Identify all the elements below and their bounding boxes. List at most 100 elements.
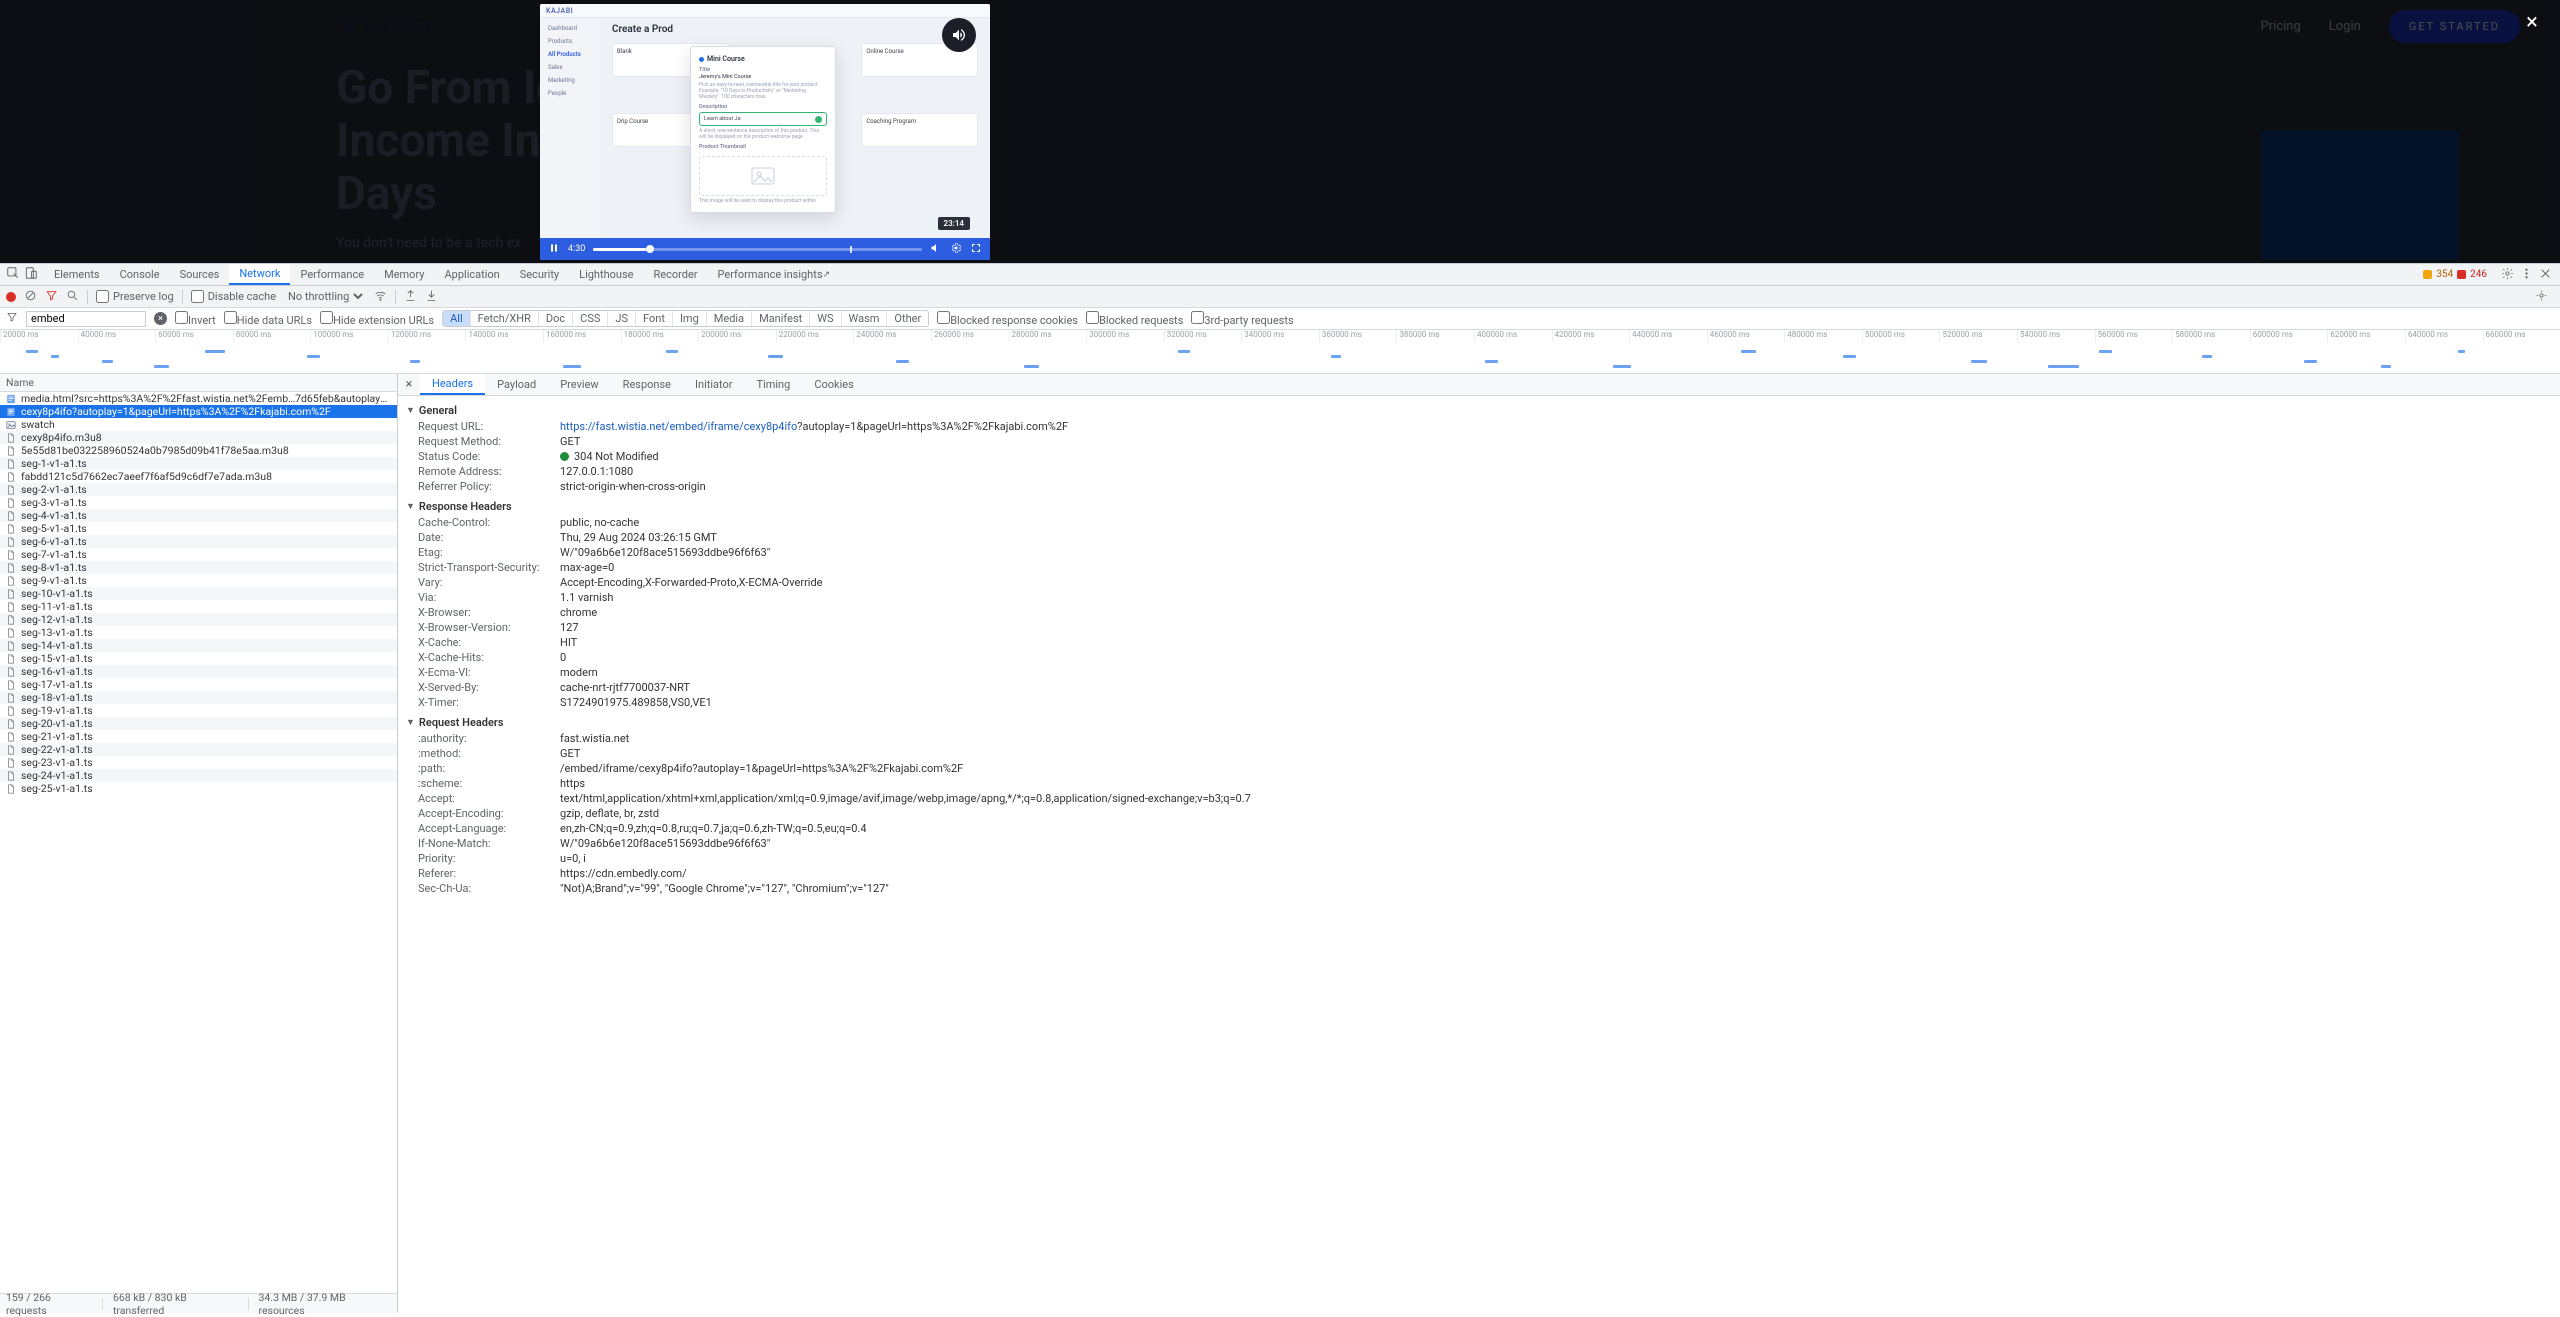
filter-input[interactable] — [26, 311, 146, 327]
upload-har-icon[interactable] — [404, 289, 417, 305]
hide-extension-urls-checkbox[interactable]: Hide extension URLs — [320, 311, 434, 327]
filter-funnel-icon[interactable] — [6, 311, 18, 326]
request-row[interactable]: seg-6-v1-a1.ts — [0, 535, 397, 548]
inspect-icon[interactable] — [6, 266, 20, 283]
request-row[interactable]: seg-7-v1-a1.ts — [0, 548, 397, 561]
disable-cache-checkbox[interactable]: Disable cache — [191, 290, 276, 303]
section-request-headers[interactable]: ▼Request Headers — [398, 714, 2560, 731]
devtools-tab-application[interactable]: Application — [434, 264, 509, 285]
request-row[interactable]: seg-8-v1-a1.ts — [0, 561, 397, 574]
request-row[interactable]: seg-14-v1-a1.ts — [0, 639, 397, 652]
chip-font[interactable]: Font — [636, 311, 673, 326]
settings-gear-icon[interactable] — [2501, 267, 2514, 283]
network-settings-icon[interactable] — [2535, 289, 2548, 305]
pause-button[interactable] — [548, 242, 560, 257]
chip-other[interactable]: Other — [887, 311, 928, 326]
devtools-tab-elements[interactable]: Elements — [44, 264, 110, 285]
chip-manifest[interactable]: Manifest — [752, 311, 810, 326]
blocked-cookies-checkbox[interactable]: Blocked response cookies — [937, 311, 1078, 327]
request-row[interactable]: seg-12-v1-a1.ts — [0, 613, 397, 626]
request-row[interactable]: seg-10-v1-a1.ts — [0, 587, 397, 600]
unmute-button[interactable] — [942, 18, 976, 52]
video-controls[interactable]: 4:30 — [540, 238, 990, 260]
devtools-tab-sources[interactable]: Sources — [170, 264, 230, 285]
chip-img[interactable]: Img — [673, 311, 707, 326]
third-party-checkbox[interactable]: 3rd-party requests — [1191, 311, 1293, 327]
lightbox-backdrop[interactable] — [0, 0, 2560, 263]
preserve-log-checkbox[interactable]: Preserve log — [96, 290, 174, 303]
request-row[interactable]: seg-23-v1-a1.ts — [0, 756, 397, 769]
request-row[interactable]: seg-22-v1-a1.ts — [0, 743, 397, 756]
close-detail-icon[interactable]: × — [398, 374, 420, 395]
detail-tab-initiator[interactable]: Initiator — [683, 374, 745, 395]
request-row[interactable]: cexy8p4ifo.m3u8 — [0, 431, 397, 444]
request-row[interactable]: seg-13-v1-a1.ts — [0, 626, 397, 639]
devtools-tab-lighthouse[interactable]: Lighthouse — [569, 264, 643, 285]
request-row[interactable]: seg-15-v1-a1.ts — [0, 652, 397, 665]
chip-css[interactable]: CSS — [573, 311, 608, 326]
detail-tab-cookies[interactable]: Cookies — [802, 374, 865, 395]
device-toggle-icon[interactable] — [24, 266, 38, 283]
clear-button[interactable] — [24, 289, 37, 305]
request-row[interactable]: seg-17-v1-a1.ts — [0, 678, 397, 691]
request-row[interactable]: fabdd121c5d7662ec7aeef7f6af5d9c6df7e7ada… — [0, 470, 397, 483]
more-menu-icon[interactable] — [2520, 267, 2533, 283]
record-button[interactable] — [6, 292, 16, 302]
wifi-icon[interactable] — [374, 289, 387, 305]
devtools-tab-performance-insights[interactable]: Performance insights ↗ — [708, 264, 841, 285]
throttling-select[interactable]: No throttling — [284, 289, 366, 304]
devtools-tab-console[interactable]: Console — [110, 264, 170, 285]
devtools-tab-memory[interactable]: Memory — [374, 264, 434, 285]
chip-js[interactable]: JS — [608, 311, 636, 326]
fullscreen-button[interactable] — [970, 242, 982, 257]
close-devtools-icon[interactable] — [2539, 267, 2552, 283]
devtools-tab-recorder[interactable]: Recorder — [643, 264, 707, 285]
chip-doc[interactable]: Doc — [539, 311, 573, 326]
chip-ws[interactable]: WS — [810, 311, 841, 326]
request-row[interactable]: 5e55d81be032258960524a0b7985d09b41f78e5a… — [0, 444, 397, 457]
devtools-tab-security[interactable]: Security — [510, 264, 569, 285]
request-row[interactable]: seg-25-v1-a1.ts — [0, 782, 397, 795]
detail-tab-payload[interactable]: Payload — [485, 374, 548, 395]
blocked-requests-checkbox[interactable]: Blocked requests — [1086, 311, 1183, 327]
chip-media[interactable]: Media — [707, 311, 752, 326]
devtools-tab-performance[interactable]: Performance — [290, 264, 374, 285]
request-row[interactable]: seg-9-v1-a1.ts — [0, 574, 397, 587]
request-detail-body[interactable]: ▼GeneralRequest URL:https://fast.wistia.… — [398, 396, 2560, 1313]
request-row[interactable]: seg-19-v1-a1.ts — [0, 704, 397, 717]
settings-gear-icon[interactable] — [950, 242, 962, 257]
request-row[interactable]: seg-24-v1-a1.ts — [0, 769, 397, 782]
request-row[interactable]: seg-3-v1-a1.ts — [0, 496, 397, 509]
clear-filter-button[interactable]: × — [154, 312, 167, 325]
request-row[interactable]: seg-1-v1-a1.ts — [0, 457, 397, 470]
request-row[interactable]: seg-21-v1-a1.ts — [0, 730, 397, 743]
filter-toggle-icon[interactable] — [45, 289, 58, 305]
video-progress[interactable] — [593, 248, 922, 251]
chip-fetch-xhr[interactable]: Fetch/XHR — [471, 311, 539, 326]
chip-wasm[interactable]: Wasm — [842, 311, 888, 326]
issues-counter[interactable]: 354 246 — [2417, 264, 2493, 285]
request-row[interactable]: seg-5-v1-a1.ts — [0, 522, 397, 535]
detail-tab-timing[interactable]: Timing — [745, 374, 803, 395]
detail-tab-headers[interactable]: Headers — [420, 374, 485, 395]
chip-all[interactable]: All — [443, 311, 471, 326]
section-response-headers[interactable]: ▼Response Headers — [398, 498, 2560, 515]
hide-data-urls-checkbox[interactable]: Hide data URLs — [224, 311, 312, 327]
invert-checkbox[interactable]: Invert — [175, 311, 216, 327]
request-row[interactable]: seg-11-v1-a1.ts — [0, 600, 397, 613]
request-row[interactable]: seg-4-v1-a1.ts — [0, 509, 397, 522]
devtools-tab-network[interactable]: Network — [229, 264, 290, 285]
request-row[interactable]: cexy8p4ifo?autoplay=1&pageUrl=https%3A%2… — [0, 405, 397, 418]
download-har-icon[interactable] — [425, 289, 438, 305]
section-general[interactable]: ▼General — [398, 402, 2560, 419]
request-row[interactable]: seg-18-v1-a1.ts — [0, 691, 397, 704]
request-row[interactable]: seg-2-v1-a1.ts — [0, 483, 397, 496]
url-link[interactable]: https://fast.wistia.net/embed/iframe/cex… — [560, 420, 797, 433]
request-list[interactable]: media.html?src=https%3A%2F%2Ffast.wistia… — [0, 392, 397, 1293]
request-row[interactable]: seg-20-v1-a1.ts — [0, 717, 397, 730]
volume-button[interactable] — [930, 242, 942, 257]
request-row[interactable]: swatch — [0, 418, 397, 431]
close-icon[interactable]: × — [2518, 8, 2546, 36]
detail-tab-response[interactable]: Response — [611, 374, 683, 395]
request-table-header[interactable]: Name — [0, 374, 397, 392]
